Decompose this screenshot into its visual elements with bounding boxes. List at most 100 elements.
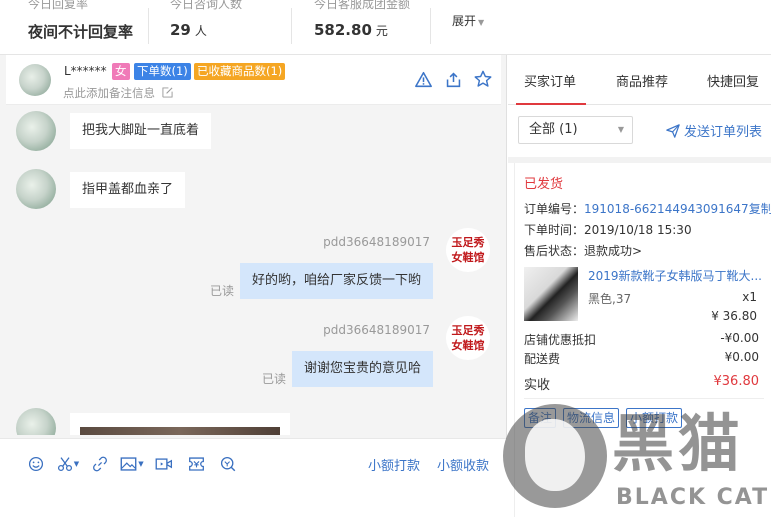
message-list[interactable]: 把我大脚趾一直底着 指甲盖都血亲了 pdd36648189017 玉足秀 女鞋馆 … — [0, 105, 500, 435]
discount-row: 店铺优惠抵扣 -¥0.00 — [524, 331, 759, 348]
sender-id: pdd36648189017 — [323, 235, 430, 249]
stat-label: 今日回复率 — [28, 0, 89, 11]
customer-name: L****** — [64, 64, 107, 78]
product-title[interactable]: 2019新款靴子女韩版马丁靴大... — [588, 267, 768, 284]
small-pay-link[interactable]: 小额打款 — [368, 455, 420, 474]
scissors-icon[interactable]: ▼ — [52, 453, 84, 475]
divider — [430, 8, 431, 44]
stat-label: 今日咨询人数 — [170, 0, 243, 11]
tab-product-recommend[interactable]: 商品推荐 — [616, 71, 668, 90]
product-image[interactable] — [524, 267, 578, 321]
message-outgoing[interactable]: 好的哟，咱给厂家反馈一下哟 — [240, 263, 434, 299]
stat-value: 夜间不计回复率 — [28, 21, 133, 42]
filter-value: 全部 (1) — [529, 122, 578, 137]
shipping-value: ¥0.00 — [724, 350, 759, 364]
expand-label: 展开 — [452, 14, 477, 28]
order-time: 2019/10/18 15:30 — [584, 223, 692, 237]
favorites-badge[interactable]: 已收藏商品数(1) — [194, 63, 286, 80]
order-time-row: 下单时间：2019/10/18 15:30 — [524, 221, 692, 238]
tab-quick-reply[interactable]: 快捷回复 — [707, 71, 759, 90]
stat-value: 29 人 — [170, 21, 207, 39]
discount-value: -¥0.00 — [720, 331, 759, 345]
avatar — [16, 169, 56, 209]
warning-icon[interactable] — [413, 69, 433, 89]
paid-label: 实收 — [524, 378, 551, 393]
shop-logo-text: 玉足秀 女鞋馆 — [451, 324, 485, 352]
order-number-label: 订单编号： — [524, 202, 585, 216]
small-collect-link[interactable]: 小额收款 — [437, 455, 489, 474]
shipping-row: 配送费 ¥0.00 — [524, 350, 759, 367]
order-filter-select[interactable]: 全部 (1) ▼ — [518, 116, 633, 144]
video-icon[interactable] — [148, 453, 180, 475]
product-spec: 黑色,37 — [588, 292, 632, 306]
gender-badge: 女 — [112, 63, 130, 80]
chat-panel: L****** 女 下单数(1) 已收藏商品数(1) 点此添加备注信息 把我大脚… — [0, 55, 507, 517]
stat-unit: 元 — [375, 24, 388, 38]
divider — [148, 8, 149, 44]
caret-down-icon: ▼ — [478, 18, 485, 27]
image-icon[interactable]: ▼ — [116, 453, 148, 475]
message-incoming[interactable]: 把我大脚趾一直底着 — [70, 113, 212, 149]
read-status: 已读 — [262, 372, 287, 386]
stat-value-text: 29 — [170, 21, 191, 39]
product-qty: x1 — [742, 290, 757, 304]
shipping-label: 配送费 — [524, 352, 561, 366]
search-order-icon[interactable] — [212, 453, 244, 475]
send-icon — [666, 124, 680, 138]
panel-tabs: 买家订单 商品推荐 快捷回复 — [508, 55, 771, 105]
shop-logo: 玉足秀 女鞋馆 — [446, 228, 490, 272]
avatar — [16, 408, 56, 435]
paid-row: 实收 ¥36.80 — [524, 374, 759, 393]
header-actions — [413, 69, 493, 89]
copy-button[interactable]: 复制 — [749, 202, 771, 216]
link-icon[interactable] — [84, 453, 116, 475]
emoji-icon[interactable] — [20, 453, 52, 475]
after-sale-row: 售后状态：退款成功> — [524, 242, 642, 259]
send-list-label: 发送订单列表 — [684, 125, 763, 140]
stat-value-text: 582.80 — [314, 21, 372, 39]
stat-value-text: 夜间不计回复率 — [28, 23, 134, 41]
caret-down-icon: ▼ — [617, 125, 624, 134]
message-incoming[interactable]: 指甲盖都血亲了 — [70, 172, 186, 208]
shop-logo-text: 玉足秀 女鞋馆 — [451, 236, 485, 264]
avatar — [16, 111, 56, 151]
message-outgoing[interactable]: 谢谢您宝贵的意见哈 — [292, 351, 434, 387]
after-sale-label: 售后状态： — [524, 244, 585, 258]
edit-icon — [162, 87, 173, 98]
discount-label: 店铺优惠抵扣 — [524, 333, 597, 347]
add-note-link[interactable]: 点此添加备注信息 — [63, 85, 173, 101]
caret-down-icon: ▼ — [73, 460, 80, 468]
orders-badge[interactable]: 下单数(1) — [134, 63, 191, 80]
logistics-button[interactable]: 物流信息 — [563, 408, 620, 428]
tab-buyer-orders[interactable]: 买家订单 — [524, 71, 576, 90]
caret-down-icon: ▼ — [138, 460, 144, 468]
input-toolbar: ▼ ▼ 小额打款 小额收款 — [0, 438, 507, 517]
send-order-list-button[interactable]: 发送订单列表 — [666, 121, 762, 140]
share-icon[interactable] — [443, 69, 463, 89]
coupon-icon[interactable] — [180, 453, 212, 475]
note-button[interactable]: 备注 — [524, 408, 557, 428]
order-time-label: 下单时间： — [524, 223, 585, 237]
stats-bar: 今日回复率 夜间不计回复率 今日咨询人数 29 人 今日客服成团金额 582.80… — [0, 0, 771, 55]
small-pay-button[interactable]: 小额打款 — [626, 408, 683, 428]
avatar[interactable] — [19, 64, 51, 96]
active-tab-indicator — [516, 103, 586, 105]
sender-id: pdd36648189017 — [323, 323, 430, 337]
star-icon[interactable] — [473, 69, 493, 89]
order-card: 已发货 订单编号：191018-662144943091647复制 下单时间：2… — [514, 163, 771, 517]
order-panel: 买家订单 商品推荐 快捷回复 全部 (1) ▼ 发送订单列表 已发货 订单编号：… — [508, 55, 771, 517]
read-status: 已读 — [210, 284, 235, 298]
expand-button[interactable]: 展开 ▼ — [452, 12, 484, 29]
after-sale-status[interactable]: 退款成功> — [584, 244, 642, 258]
app-root: 今日回复率 夜间不计回复率 今日咨询人数 29 人 今日客服成团金额 582.80… — [0, 0, 771, 517]
image-message[interactable] — [70, 413, 290, 435]
order-number-row: 订单编号：191018-662144943091647复制 — [524, 200, 771, 217]
product-price: ¥ 36.80 — [711, 309, 757, 323]
stat-label: 今日客服成团金额 — [314, 0, 411, 11]
divider — [291, 8, 292, 44]
order-number[interactable]: 191018-662144943091647 — [584, 202, 749, 216]
stat-unit: 人 — [194, 24, 207, 38]
paid-value: ¥36.80 — [713, 374, 760, 389]
stat-value: 582.80 元 — [314, 21, 388, 39]
tool-icons: ▼ ▼ — [20, 453, 244, 475]
